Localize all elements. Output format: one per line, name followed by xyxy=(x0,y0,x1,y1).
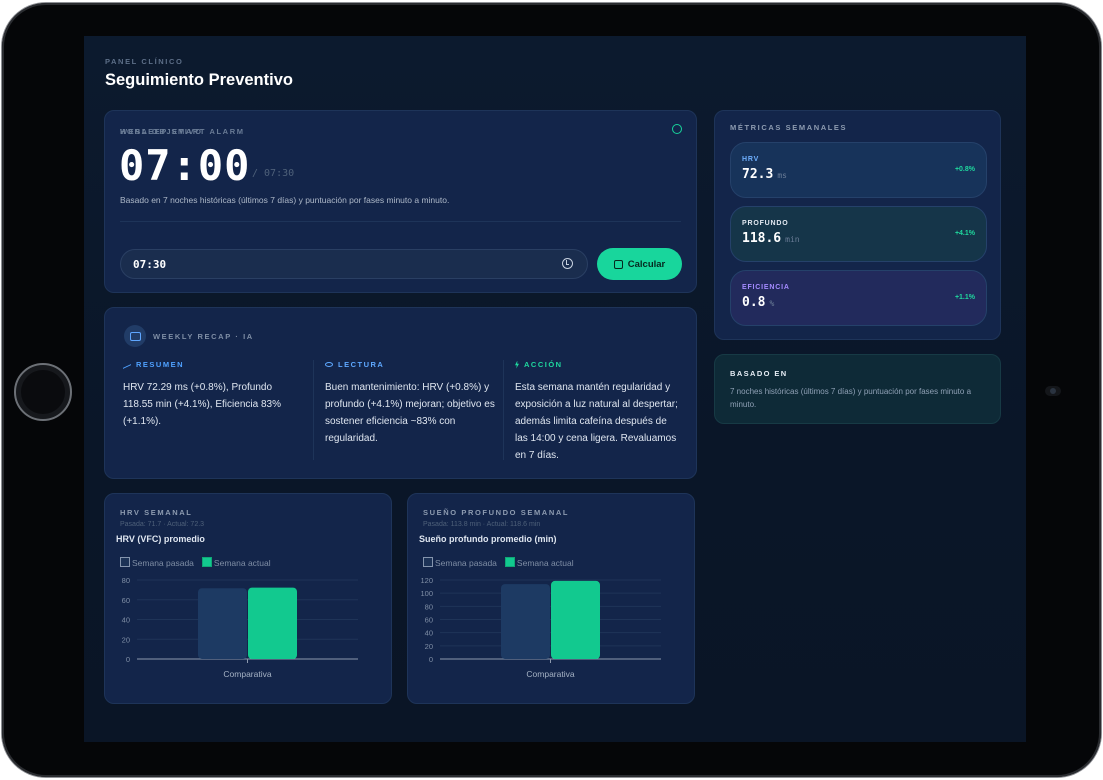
metric-value: 72.3 ms xyxy=(742,167,787,182)
metric-efficiency: EFICIENCIA 0.8% +1.1% xyxy=(730,270,987,326)
divider xyxy=(120,221,681,222)
recap-action-head: ACCIÓN xyxy=(524,360,563,369)
chart-legend: Semana pasada Semana actual xyxy=(120,557,271,568)
chart-title: Sueño profundo promedio (min) xyxy=(419,534,557,544)
y-tick-label: 60 xyxy=(122,596,130,605)
target-time-input[interactable]: 07:30 xyxy=(120,249,588,279)
clock-icon[interactable] xyxy=(562,258,573,269)
alarm-target-time: / 07:30 xyxy=(252,168,295,179)
chart-subtitle: Pasada: 71.7 · Actual: 72.3 xyxy=(120,521,205,528)
y-tick-label: 0 xyxy=(429,655,433,664)
home-button[interactable] xyxy=(14,363,72,421)
page-eyebrow: PANEL CLÍNICO xyxy=(105,57,184,66)
bar-semana-actual xyxy=(248,587,297,659)
calculate-button[interactable]: Calcular xyxy=(597,248,682,280)
y-tick-label: 60 xyxy=(425,616,433,625)
chart-eyebrow: HRV SEMANAL xyxy=(120,508,193,517)
hrv-weekly-chart-card: HRV SEMANAL Pasada: 71.7 · Actual: 72.3 … xyxy=(104,493,392,704)
recap-action: ACCIÓN Esta semana mantén regularidad y … xyxy=(515,360,680,464)
recap-reading: LECTURA Buen mantenimiento: HRV (+0.8%) … xyxy=(325,360,495,447)
deep-sleep-chart-card: SUEÑO PROFUNDO SEMANAL Pasada: 113.8 min… xyxy=(407,493,695,704)
based-on-text: 7 noches históricas (últimos 7 días) y p… xyxy=(730,387,972,409)
bar-semana-pasada xyxy=(198,588,247,659)
weekly-recap-card: WEEKLY RECAP · IA RESUMEN HRV 72.29 ms (… xyxy=(104,307,697,479)
alarm-clock-icon xyxy=(672,124,682,134)
robot-icon xyxy=(124,325,146,347)
chart-subtitle: Pasada: 113.8 min · Actual: 118.6 min xyxy=(423,521,541,528)
legend-item-now[interactable]: Semana actual xyxy=(504,557,574,568)
smart-alarm-card: WESLEEP SMART ALARM 07:00 / 07:30 Basado… xyxy=(104,110,697,293)
based-on-card: BASADO EN 7 noches históricas (últimos 7… xyxy=(714,354,1001,424)
y-tick-label: 20 xyxy=(425,642,433,651)
metric-value: 118.6 min xyxy=(742,231,800,246)
app-screen: PANEL CLÍNICO Seguimiento Preventivo WES… xyxy=(84,36,1026,742)
column-divider xyxy=(313,360,314,460)
recap-summary: RESUMEN HRV 72.29 ms (+0.8%), Profundo 1… xyxy=(123,360,293,430)
page-title: Seguimiento Preventivo xyxy=(105,71,293,89)
camera-icon xyxy=(1045,386,1061,396)
bolt-icon xyxy=(515,360,519,369)
y-tick-label: 100 xyxy=(420,589,433,598)
target-time-value: 07:30 xyxy=(133,258,167,271)
legend-item-past[interactable]: Semana pasada xyxy=(120,557,194,568)
recap-summary-head: RESUMEN xyxy=(136,360,185,369)
alarm-description: Basado en 7 noches históricas (últimos 7… xyxy=(120,195,450,205)
chart-legend: Semana pasada Semana actual xyxy=(423,557,574,568)
metric-delta: +1.1% xyxy=(954,294,975,301)
recap-reading-text: Buen mantenimiento: HRV (+0.8%) y profun… xyxy=(325,382,495,444)
y-tick-label: 80 xyxy=(122,576,130,585)
metric-delta: +0.8% xyxy=(954,166,975,173)
hrv-bar-chart: 0 20 40 60 80 Comparativa xyxy=(122,576,358,679)
x-tick-label: Comparativa xyxy=(526,669,574,679)
metric-hrv: HRV 72.3 ms +0.8% xyxy=(730,142,987,198)
y-tick-label: 80 xyxy=(425,602,433,611)
alarm-time: 07:00 xyxy=(119,141,251,190)
recap-summary-text: HRV 72.29 ms (+0.8%), Profundo 118.55 mi… xyxy=(123,382,281,427)
metrics-eyebrow: MÉTRICAS SEMANALES xyxy=(730,123,848,132)
calculator-icon xyxy=(613,259,623,269)
y-tick-label: 20 xyxy=(122,635,130,644)
legend-item-now[interactable]: Semana actual xyxy=(201,557,271,568)
metric-delta: +4.1% xyxy=(954,230,975,237)
chart-eyebrow: SUEÑO PROFUNDO SEMANAL xyxy=(423,508,570,517)
y-tick-label: 40 xyxy=(425,629,433,638)
eye-icon xyxy=(325,362,333,367)
based-on-title: BASADO EN xyxy=(730,369,788,378)
target-time-label: HORA OBJETIVO xyxy=(120,127,203,136)
y-tick-label: 120 xyxy=(420,576,433,585)
calculate-button-label: Calcular xyxy=(627,258,666,270)
metric-label: EFICIENCIA xyxy=(742,284,790,291)
column-divider xyxy=(503,360,504,460)
chart-title: HRV (VFC) promedio xyxy=(116,534,205,544)
metric-label: HRV xyxy=(742,156,760,163)
metric-value: 0.8% xyxy=(742,295,775,310)
recap-action-text: Esta semana mantén regularidad y exposic… xyxy=(515,382,678,461)
y-tick-label: 40 xyxy=(122,616,130,625)
recap-label: WEEKLY RECAP · IA xyxy=(153,332,254,341)
legend-item-past[interactable]: Semana pasada xyxy=(423,557,497,568)
deep-sleep-bar-chart: 0 20 40 60 80 100 120 Comparativa xyxy=(420,576,661,679)
x-tick-label: Comparativa xyxy=(223,669,271,679)
bar-semana-pasada xyxy=(501,584,550,659)
y-tick-label: 0 xyxy=(126,655,130,664)
metric-label: PROFUNDO xyxy=(742,220,789,227)
weekly-metrics-card: MÉTRICAS SEMANALES HRV 72.3 ms +0.8% PROF… xyxy=(714,110,1001,340)
metric-deep-sleep: PROFUNDO 118.6 min +4.1% xyxy=(730,206,987,262)
recap-reading-head: LECTURA xyxy=(338,360,385,369)
bar-semana-actual xyxy=(551,580,600,659)
trend-icon xyxy=(123,360,131,369)
